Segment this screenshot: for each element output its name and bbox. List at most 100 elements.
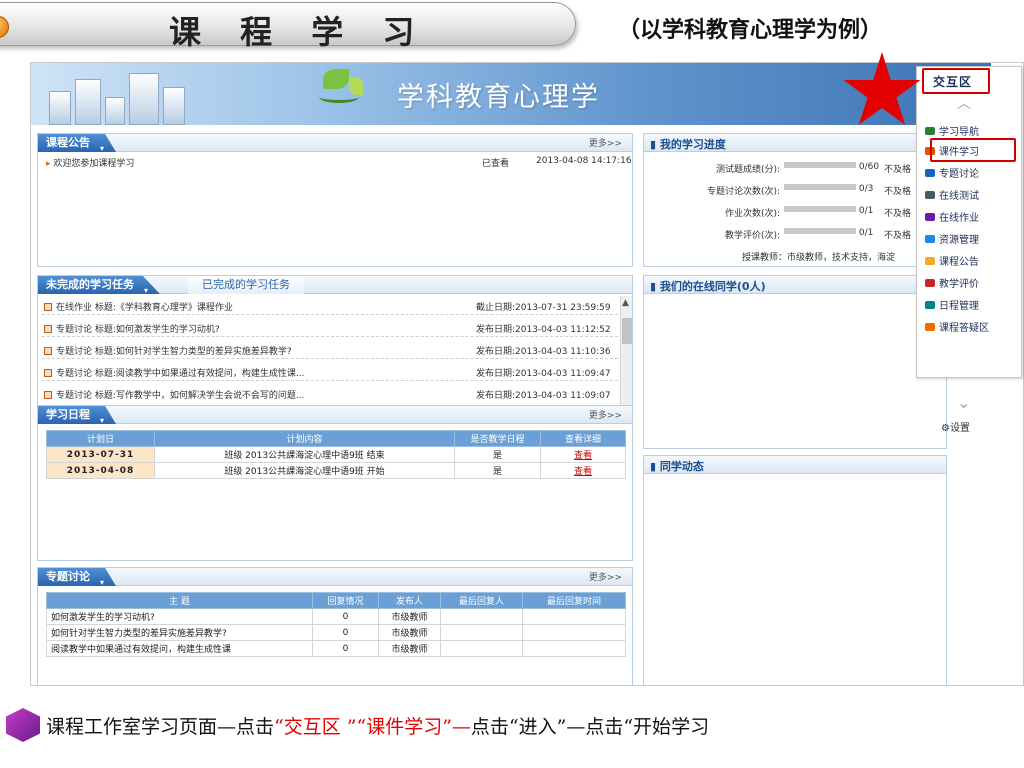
finished-tasks-tab[interactable]: 已完成的学习任务 <box>188 276 304 294</box>
view-detail-link[interactable]: 查看 <box>574 467 592 477</box>
leaf-logo-icon <box>323 69 349 89</box>
building-icon <box>105 97 125 125</box>
schedule-table: 计划日 计划内容 是否教学日程 查看详细 2013-07-31 班级 2013公… <box>46 430 626 479</box>
leaf-logo-swoosh <box>319 91 359 103</box>
schedule-teaching: 是 <box>454 462 541 479</box>
progress-label: 测试题成绩(分): <box>715 165 780 175</box>
task-icon <box>44 391 52 399</box>
progress-bar <box>784 184 856 190</box>
discussion-table: 主 题 回复情况 发布人 最后回复人 最后回复时间 如何激发学生的学习动机? 0… <box>46 592 626 657</box>
scroll-up-icon[interactable]: ▲ <box>622 298 629 308</box>
orange-bullet-icon <box>0 16 9 38</box>
progress-status: 不及格 <box>884 165 912 175</box>
study-schedule-panel: 学习日程 ▾ 更多>> 计划日 计划内容 是否教学日程 查看详细 2013-07-… <box>37 405 633 561</box>
table-row: 如何针对学生智力类型的差异实施差异教学? 0 市级教师 <box>46 624 626 641</box>
online-title: ▮ 我们的在线同学(0人) <box>650 280 766 293</box>
task-item[interactable]: 专题讨论 标题:如何激发学生的学习动机? <box>44 322 220 335</box>
scroll-thumb[interactable] <box>622 318 632 344</box>
task-item[interactable]: 在线作业 标题:《学科教育心理学》课程作业 <box>44 300 233 313</box>
discussion-topic[interactable]: 阅读教学中如果通过有效提问，构建生成性课 <box>46 640 313 657</box>
interaction-menu: 交互区 ︿ 学习导航 课件学习 专题讨论 在线测试 在线作业 资源管理 课程公告… <box>916 66 1022 378</box>
menu-item-discussion[interactable]: 专题讨论 <box>925 165 979 180</box>
progress-status: 不及格 <box>884 209 912 219</box>
progress-label: 专题讨论次数(次): <box>706 187 780 197</box>
discussion-col-header: 回复情况 <box>312 592 379 609</box>
discussion-col-header: 最后回复人 <box>440 592 523 609</box>
discussion-replies: 0 <box>312 640 379 657</box>
menu-item-homework[interactable]: 在线作业 <box>925 209 979 224</box>
discussion-icon <box>925 169 935 177</box>
task-icon <box>44 347 52 355</box>
chevron-up-icon[interactable]: ︿ <box>957 93 971 113</box>
discussion-topic[interactable]: 如何针对学生智力类型的差异实施差异教学? <box>46 624 313 641</box>
discussion-author: 市级教师 <box>378 640 441 657</box>
menu-item-online-test[interactable]: 在线测试 <box>925 187 979 202</box>
menu-item-schedule[interactable]: 日程管理 <box>925 297 979 312</box>
notice-item[interactable]: ▸ 欢迎您参加课程学习 <box>46 156 134 169</box>
learning-tasks-panel: 未完成的学习任务 ▾ 已完成的学习任务 在线作业 标题:《学科教育心理学》课程作业… <box>37 275 633 423</box>
teacher-info: 授课教师：市级教师，技术支持，海淀 <box>742 253 896 263</box>
discussion-last-replier <box>440 608 523 625</box>
study-schedule-tab[interactable]: 学习日程 ▾ <box>38 406 116 424</box>
progress-bar <box>784 162 856 168</box>
notice-icon <box>925 257 935 265</box>
schedule-date: 2013-07-31 <box>46 446 155 463</box>
schedule-date: 2013-04-08 <box>46 462 155 479</box>
menu-item-resources[interactable]: 资源管理 <box>925 231 979 246</box>
dynamics-title: ▮ 同学动态 <box>650 460 704 473</box>
discussion-replies: 0 <box>312 624 379 641</box>
tasks-scrollbar[interactable]: ▲ ▼ <box>620 296 632 422</box>
table-row: 2013-07-31 班级 2013公共課海淀心理中语9班 结束 是 查看 <box>46 446 626 463</box>
task-item[interactable]: 专题讨论 标题:写作教学中，如何解决学生会说不会写的问题... <box>44 388 304 401</box>
building-icon <box>129 73 159 125</box>
task-date: 发布日期:2013-04-03 11:12:52 <box>476 325 611 335</box>
task-date: 发布日期:2013-04-03 11:10:36 <box>476 347 611 357</box>
discussion-topic[interactable]: 如何激发学生的学习动机? <box>46 608 313 625</box>
menu-item-notice[interactable]: 课程公告 <box>925 253 979 268</box>
navigation-icon <box>925 127 935 135</box>
task-item[interactable]: 专题讨论 标题:阅读教学中如果通过有效提问，构建生成性课... <box>44 366 304 379</box>
progress-status: 不及格 <box>884 231 912 241</box>
discussion-last-time <box>522 608 626 625</box>
schedule-teaching: 是 <box>454 446 541 463</box>
unfinished-tasks-tab[interactable]: 未完成的学习任务 ▾ <box>38 276 160 294</box>
qa-icon <box>925 323 935 331</box>
topic-discussion-tab[interactable]: 专题讨论 ▾ <box>38 568 116 586</box>
task-icon <box>44 325 52 333</box>
progress-label: 教学评价(次): <box>724 231 780 241</box>
pencil-icon <box>925 213 935 221</box>
progress-bar <box>784 228 856 234</box>
menu-item-learning-nav[interactable]: 学习导航 <box>925 123 979 138</box>
schedule-more-link[interactable]: 更多>> <box>589 408 622 421</box>
discussion-col-header: 发布人 <box>378 592 441 609</box>
instruction-caption: 课程工作室学习页面—点击“交互区 ”“课件学习”—点击“进入”—点击“开始学习 <box>46 716 710 738</box>
progress-label: 作业次数(次): <box>724 209 780 219</box>
resources-icon <box>925 235 935 243</box>
slide-title: 课 程 学 习 <box>169 13 429 51</box>
view-detail-link[interactable]: 查看 <box>574 451 592 461</box>
course-page-screenshot: 学科教育心理学 课程公告 ▾ 更多>> ▸ 欢迎您参加课程学习 已查看 2013-… <box>30 62 1024 686</box>
progress-title: ▮ 我的学习进度 <box>650 138 726 151</box>
task-item[interactable]: 专题讨论 标题:如何针对学生智力类型的差异实施差异教学? <box>44 344 292 357</box>
settings-link[interactable]: ⚙设置 <box>941 419 970 434</box>
course-banner: 学科教育心理学 <box>31 63 991 125</box>
evaluation-icon <box>925 279 935 287</box>
course-title: 学科教育心理学 <box>397 82 600 113</box>
schedule-content: 班级 2013公共課海淀心理中语9班 结束 <box>154 446 455 463</box>
progress-value: 0/60 <box>784 162 879 172</box>
chevron-down-icon[interactable]: ⌄ <box>957 393 970 412</box>
notice-more-link[interactable]: 更多>> <box>589 136 622 149</box>
discussion-more-link[interactable]: 更多>> <box>589 570 622 583</box>
menu-item-evaluation[interactable]: 教学评价 <box>925 275 979 290</box>
task-icon <box>44 369 52 377</box>
calendar-icon <box>925 301 935 309</box>
task-icon <box>44 303 52 311</box>
schedule-col-header: 是否教学日程 <box>454 430 541 447</box>
discussion-author: 市级教师 <box>378 624 441 641</box>
discussion-col-header: 最后回复时间 <box>522 592 626 609</box>
test-icon <box>925 191 935 199</box>
course-notice-tab[interactable]: 课程公告 ▾ <box>38 134 116 152</box>
schedule-content: 班级 2013公共課海淀心理中语9班 开始 <box>154 462 455 479</box>
menu-item-qa[interactable]: 课程答疑区 <box>925 319 989 334</box>
highlight-box-courseware <box>930 138 1016 162</box>
